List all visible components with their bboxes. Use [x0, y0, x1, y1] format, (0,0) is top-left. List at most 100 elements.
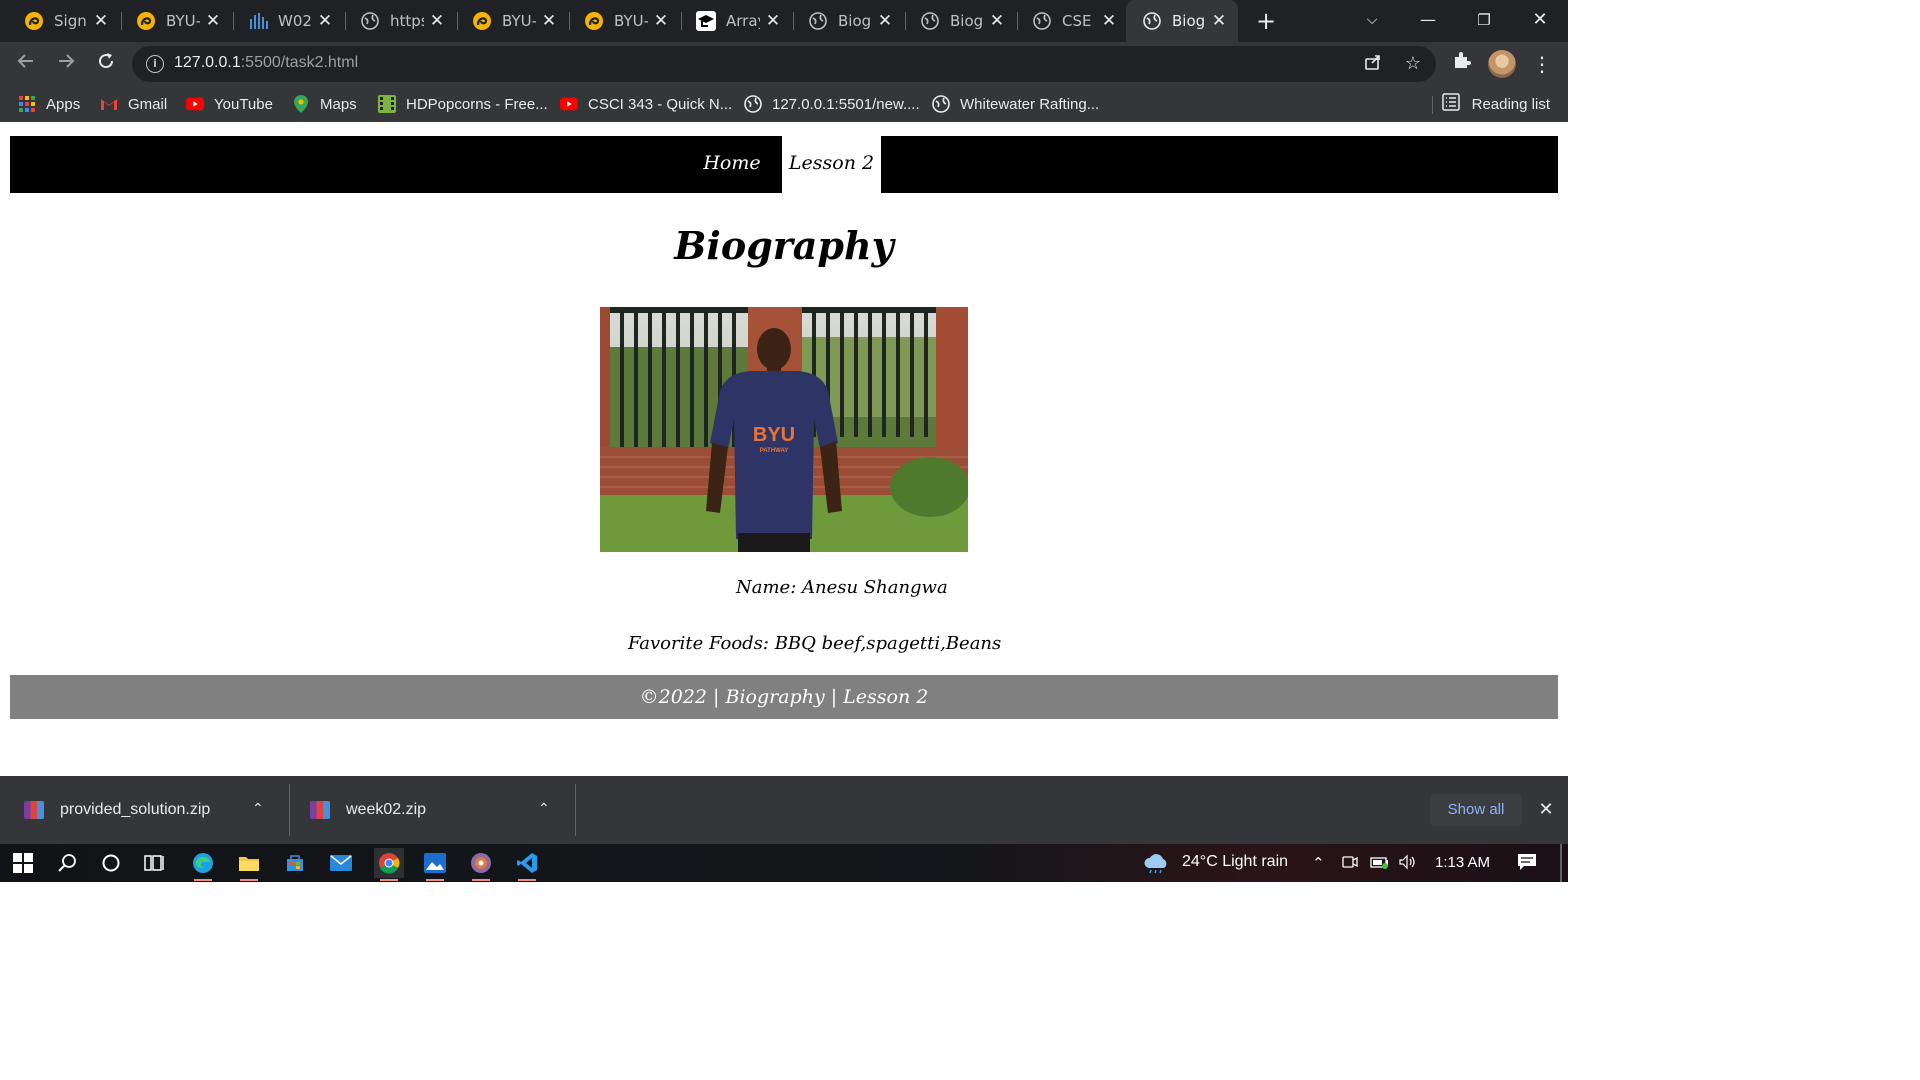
profile-photo: BYU PATHWAY [600, 307, 968, 552]
tab-title: CSE [1062, 12, 1092, 30]
windows-start-icon[interactable] [8, 848, 38, 878]
meet-now-icon[interactable] [1342, 854, 1358, 874]
globe-icon [744, 95, 762, 113]
download-item[interactable]: week02.zip ⌃ [286, 784, 576, 836]
notifications-icon[interactable] [1516, 852, 1538, 876]
close-window-icon[interactable]: ✕ [1512, 0, 1568, 42]
close-tab-icon[interactable]: ✕ [427, 11, 447, 31]
new-tab-button[interactable]: + [1252, 7, 1280, 35]
volume-icon[interactable] [1398, 854, 1418, 874]
tab-biography-2[interactable]: Biography ✕ [896, 0, 1018, 42]
chevron-up-icon[interactable]: ⌃ [252, 800, 264, 817]
bookmark-whitewater[interactable]: Whitewater Rafting... [932, 93, 1099, 115]
chevron-up-icon[interactable]: ⌃ [1312, 854, 1325, 872]
download-filename: provided_solution.zip [60, 801, 211, 818]
shirt-sub-text: PATHWAY [760, 448, 789, 454]
bookmark-star-icon[interactable]: ☆ [1402, 53, 1424, 75]
byu-logo-icon [24, 11, 44, 31]
bio-favorite-foods: Favorite Foods: BBQ beef,spagetti,Beans [628, 633, 1002, 654]
windows-taskbar: 24°C Light rain ⌃ 1:13 AM [0, 844, 1568, 882]
show-desktop-strip[interactable] [1560, 844, 1562, 882]
byu-logo-icon [472, 11, 492, 31]
close-tab-icon[interactable]: ✕ [203, 11, 223, 31]
extensions-puzzle-icon[interactable] [1448, 50, 1476, 78]
bookmark-localhost[interactable]: 127.0.0.1:5501/new.... [744, 93, 920, 115]
file-explorer-icon[interactable] [234, 848, 264, 881]
download-shelf: provided_solution.zip ⌃ week02.zip ⌃ Sho… [0, 776, 1568, 844]
bookmark-apps[interactable]: Apps [18, 93, 80, 115]
web-page: Home Lesson 2 Biography BYU PATHWAY Name… [0, 123, 1568, 775]
tab-biography-active[interactable]: Biography ✕ [1126, 0, 1238, 42]
nav-home-link[interactable]: Home [682, 136, 782, 193]
edge-browser-icon[interactable] [188, 848, 218, 881]
reading-list-button[interactable]: Reading list [1441, 93, 1550, 115]
weather-cloud-icon[interactable] [1142, 852, 1170, 878]
bookmark-label: Maps [320, 95, 357, 113]
tab-w02[interactable]: W02 ✕ [224, 0, 346, 42]
close-tab-icon[interactable]: ✕ [987, 11, 1007, 31]
bookmark-csci343[interactable]: CSCI 343 - Quick N... [560, 93, 732, 115]
close-tab-icon[interactable]: ✕ [539, 11, 559, 31]
close-tab-icon[interactable]: ✕ [315, 11, 335, 31]
close-tab-icon[interactable]: ✕ [1209, 11, 1229, 31]
clock-time[interactable]: 1:13 AM [1435, 854, 1490, 871]
profile-avatar[interactable] [1488, 50, 1516, 78]
bookmark-maps[interactable]: Maps [292, 93, 357, 115]
globe-icon [1032, 11, 1052, 31]
close-tab-icon[interactable]: ✕ [763, 11, 783, 31]
task-view-icon[interactable] [140, 848, 170, 878]
bookmark-youtube[interactable]: YouTube [186, 93, 273, 115]
mail-icon[interactable] [326, 848, 356, 878]
tab-title: Biography [1172, 12, 1206, 30]
close-shelf-icon[interactable]: ✕ [1534, 798, 1558, 822]
battery-icon[interactable] [1370, 854, 1390, 874]
minimize-icon[interactable]: — [1400, 0, 1456, 42]
bookmark-hdpopcorns[interactable]: HDPopcorns - Free... [378, 93, 548, 115]
photos-icon[interactable] [420, 848, 450, 881]
url-text: 127.0.0.1:5500/task2.html [174, 54, 358, 72]
store-icon[interactable] [280, 848, 310, 878]
download-item[interactable]: provided_solution.zip ⌃ [0, 784, 290, 836]
weather-text[interactable]: 24°C Light rain [1182, 853, 1288, 871]
tab-byu-pathway-3[interactable]: BYU-Pathway ✕ [560, 0, 682, 42]
download-divider [575, 784, 576, 836]
cortana-icon[interactable] [96, 848, 126, 878]
close-tab-icon[interactable]: ✕ [651, 11, 671, 31]
graduation-cap-icon [696, 11, 716, 31]
tab-title: Biography [838, 12, 872, 30]
restore-icon[interactable]: ❐ [1456, 0, 1512, 42]
back-arrow-icon[interactable] [12, 50, 40, 78]
shirt-logo-text: BYU [753, 424, 795, 446]
address-bar[interactable]: i 127.0.0.1:5500/task2.html ☆ [132, 46, 1436, 82]
tab-biography-1[interactable]: Biography ✕ [784, 0, 906, 42]
share-icon[interactable] [1362, 53, 1384, 75]
tab-sign-in[interactable]: Sign In ✕ [0, 0, 122, 42]
menu-kebab-icon[interactable]: ⋮ [1528, 50, 1556, 78]
tab-array[interactable]: Array ✕ [672, 0, 794, 42]
tab-byu-pathway-1[interactable]: BYU-Pathway ✕ [112, 0, 234, 42]
youtube-icon [186, 95, 204, 113]
close-tab-icon[interactable]: ✕ [91, 11, 111, 31]
forward-arrow-icon[interactable] [52, 50, 80, 78]
tab-https[interactable]: https ✕ [336, 0, 458, 42]
close-tab-icon[interactable]: ✕ [1099, 11, 1119, 31]
close-tab-icon[interactable]: ✕ [875, 11, 895, 31]
tab-cse[interactable]: CSE ✕ [1008, 0, 1130, 42]
bookmark-label: HDPopcorns - Free... [406, 95, 548, 113]
bookmark-gmail[interactable]: Gmail [100, 93, 167, 115]
media-player-icon[interactable] [466, 848, 496, 881]
chrome-icon[interactable] [374, 848, 404, 881]
tab-search-chevron-icon[interactable]: ⌵ [1344, 0, 1400, 42]
youtube-icon [560, 95, 578, 113]
site-info-icon[interactable]: i [146, 55, 164, 73]
nav-lesson-2-link[interactable]: Lesson 2 [782, 136, 881, 193]
show-all-downloads-button[interactable]: Show all [1430, 794, 1522, 826]
tab-byu-pathway-2[interactable]: BYU-Pathway ✕ [448, 0, 570, 42]
gmail-icon [100, 95, 118, 113]
site-footer: ©2022 | Biography | Lesson 2 [10, 675, 1558, 719]
chevron-up-icon[interactable]: ⌃ [538, 800, 550, 817]
tab-title: W02 [278, 12, 312, 30]
reload-icon[interactable] [92, 50, 120, 78]
search-icon[interactable] [52, 848, 82, 878]
vscode-icon[interactable] [512, 848, 542, 881]
